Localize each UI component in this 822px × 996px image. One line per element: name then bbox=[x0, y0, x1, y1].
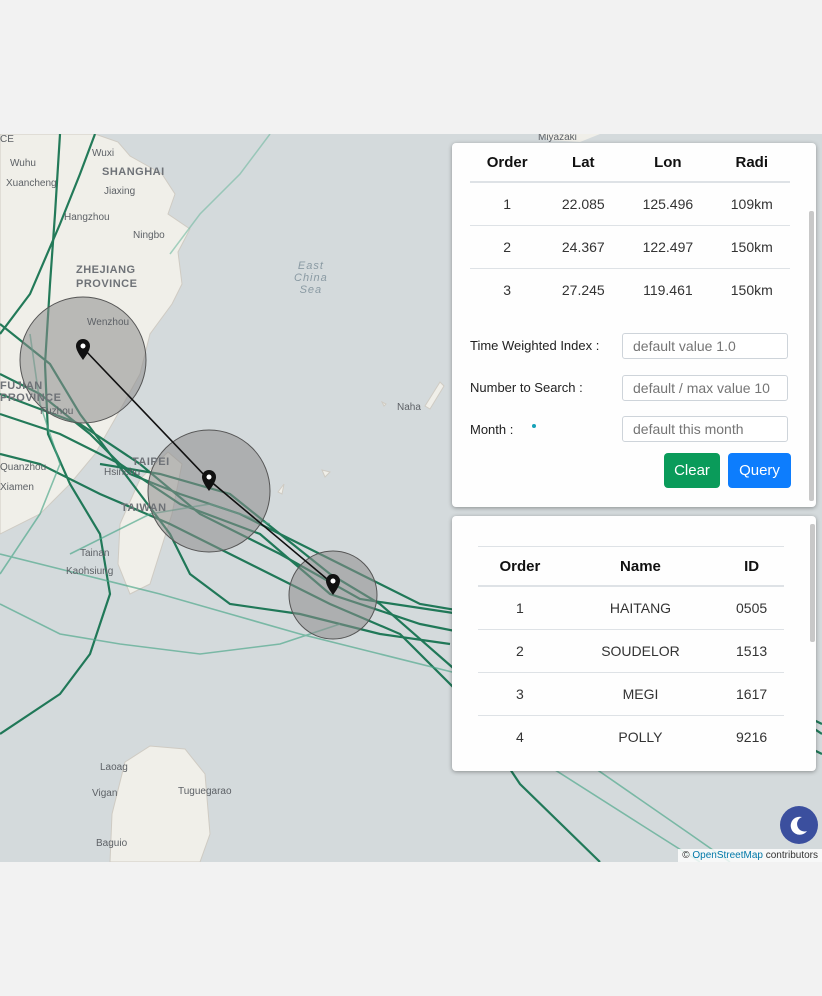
map-label: Wuhu bbox=[10, 158, 36, 169]
time-weighted-label: Time Weighted Index : bbox=[470, 338, 600, 353]
map-label: Jiaxing bbox=[104, 186, 136, 197]
time-weighted-input[interactable] bbox=[622, 333, 788, 359]
table-row[interactable]: 2 SOUDELOR 1513 bbox=[478, 629, 784, 673]
lat-cell: 24.367 bbox=[544, 225, 623, 269]
id-cell: 1513 bbox=[719, 629, 784, 673]
name-cell: MEGI bbox=[561, 672, 720, 716]
openstreetmap-link[interactable]: OpenStreetMap bbox=[692, 850, 763, 861]
radius-cell: 150km bbox=[713, 268, 790, 311]
map-label: Wuxi bbox=[92, 148, 115, 159]
map-label: CE bbox=[0, 134, 14, 145]
map-label: Xuancheng bbox=[6, 178, 57, 189]
scrollbar[interactable] bbox=[810, 524, 815, 642]
table-row[interactable]: 2 24.367 122.497 150km bbox=[470, 225, 790, 269]
id-cell: 0505 bbox=[719, 585, 784, 630]
radius-cell: 109km bbox=[713, 181, 790, 226]
map-label: SHANGHAI bbox=[102, 166, 165, 178]
map-label: Hsinchu bbox=[104, 467, 141, 478]
map-label: Xiamen bbox=[0, 482, 34, 493]
lon-cell: 122.497 bbox=[622, 225, 714, 269]
map-label: Fuzhou bbox=[40, 406, 74, 417]
number-to-search-label: Number to Search : bbox=[470, 380, 583, 395]
month-input[interactable] bbox=[622, 416, 788, 442]
order-cell: 2 bbox=[470, 225, 545, 269]
table-row[interactable]: 1 22.085 125.496 109km bbox=[470, 181, 790, 226]
map-label: Baguio bbox=[96, 838, 128, 849]
map-label: Ningbo bbox=[133, 230, 165, 241]
dark-mode-toggle[interactable] bbox=[780, 806, 818, 844]
map-label: Kaohsiung bbox=[66, 566, 114, 577]
column-header: Radi bbox=[713, 143, 790, 183]
map-label: Naha bbox=[397, 402, 421, 413]
month-label: Month : bbox=[470, 422, 514, 437]
id-cell: 9216 bbox=[719, 715, 784, 758]
query-button[interactable]: Query bbox=[728, 453, 791, 488]
column-header: ID bbox=[719, 546, 784, 587]
column-header: Order bbox=[478, 546, 562, 587]
map-label: Hangzhou bbox=[64, 212, 110, 223]
lat-cell: 22.085 bbox=[544, 181, 623, 226]
required-dot-icon bbox=[532, 424, 536, 428]
lon-cell: 125.496 bbox=[622, 181, 714, 226]
map-label: Tainan bbox=[80, 548, 110, 559]
table-row[interactable]: 1 HAITANG 0505 bbox=[478, 585, 784, 630]
moon-icon bbox=[790, 816, 807, 835]
map-label: Vigan bbox=[92, 788, 118, 799]
table-row[interactable]: 3 27.245 119.461 150km bbox=[470, 268, 790, 311]
map-label: FUJIAN bbox=[0, 380, 43, 392]
id-cell: 1617 bbox=[719, 672, 784, 716]
clear-button[interactable]: Clear bbox=[664, 453, 720, 488]
radius-cell: 150km bbox=[713, 225, 790, 269]
table-row[interactable]: 4 POLLY 9216 bbox=[478, 715, 784, 758]
table-row[interactable]: 3 MEGI 1617 bbox=[478, 672, 784, 716]
map-label: Quanzhou bbox=[0, 462, 47, 473]
map-label: ZHEJIANG bbox=[76, 264, 136, 276]
number-to-search-input[interactable] bbox=[622, 375, 788, 401]
map-label: PROVINCE bbox=[76, 278, 138, 290]
name-cell: HAITANG bbox=[561, 585, 720, 630]
map-label: East China Sea bbox=[294, 260, 328, 296]
column-header: Name bbox=[561, 546, 720, 587]
points-table: Order Lat Lon Radi 1 22.085 125.496 109k… bbox=[470, 143, 790, 311]
results-panel: Order Name ID 1 HAITANG 0505 2 SOUDELOR … bbox=[452, 516, 816, 771]
column-header: Order bbox=[470, 143, 545, 183]
name-cell: SOUDELOR bbox=[561, 629, 720, 673]
order-cell: 1 bbox=[470, 181, 545, 226]
column-header: Lat bbox=[544, 143, 623, 183]
order-cell: 3 bbox=[478, 672, 562, 716]
scrollbar[interactable] bbox=[809, 211, 814, 501]
map-label: TAIWAN bbox=[121, 502, 167, 514]
order-cell: 4 bbox=[478, 715, 562, 758]
results-table: Order Name ID 1 HAITANG 0505 2 SOUDELOR … bbox=[478, 546, 784, 758]
map-attribution: © OpenStreetMap contributors bbox=[678, 849, 822, 862]
map-label: Wenzhou bbox=[87, 317, 130, 328]
order-cell: 3 bbox=[470, 268, 545, 311]
name-cell: POLLY bbox=[561, 715, 720, 758]
lon-cell: 119.461 bbox=[622, 268, 714, 311]
map-label: Miyazaki bbox=[538, 134, 577, 143]
order-cell: 2 bbox=[478, 629, 562, 673]
map-label: Tuguegarao bbox=[178, 786, 232, 797]
lat-cell: 27.245 bbox=[544, 268, 623, 311]
map-label: PROVINCE bbox=[0, 392, 62, 404]
column-header: Lon bbox=[622, 143, 714, 183]
map-label: Laoag bbox=[100, 762, 128, 773]
order-cell: 1 bbox=[478, 585, 562, 630]
search-points-panel: Order Lat Lon Radi 1 22.085 125.496 109k… bbox=[452, 143, 816, 507]
